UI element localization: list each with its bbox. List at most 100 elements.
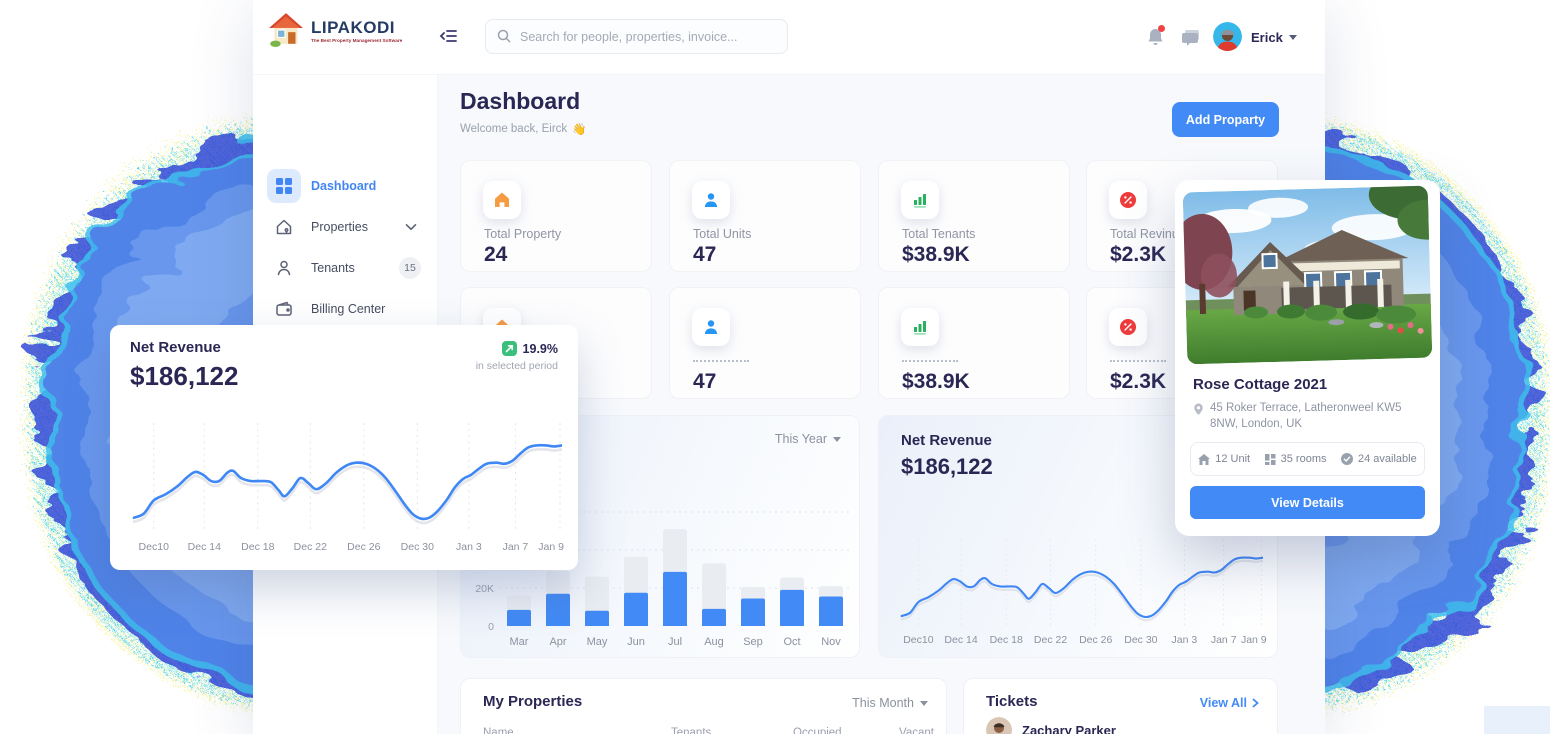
address-text: 45 Roker Terrace, Latheronweel KW5 8NW, … [1210,400,1402,432]
search-input[interactable] [485,19,788,54]
period-note: in selected period [476,360,558,372]
x-axis-label: Jan 9 [1241,634,1267,646]
bar-primary [663,572,687,626]
revenue-line [902,558,1263,617]
sidebar-item-billing-center[interactable]: Billing Center [267,290,425,328]
x-axis-label: Sep [743,636,763,648]
stat-card: Total Property 24 [460,160,652,272]
x-axis-label: Dec 22 [294,541,327,553]
units-stat: 12 Unit [1198,453,1250,465]
stat-value: $38.9K [902,370,970,394]
caret-down-icon [920,701,928,706]
sidebar-collapse-icon[interactable] [439,26,459,51]
revenue-line [134,445,562,519]
stat-label: Total Tenants [902,227,975,241]
user-avatar[interactable] [1213,22,1242,51]
notifications-bell-icon[interactable] [1146,27,1165,53]
rooms-stat: 35 rooms [1265,453,1327,465]
column-header-occupied: Occupied [793,727,842,734]
user-menu-caret-icon[interactable] [1289,35,1297,40]
check-circle-icon [1341,453,1353,465]
x-axis-labels: Dec10Dec 14Dec 18Dec 22Dec 26Dec 30Jan 3… [895,634,1263,648]
messages-icon[interactable] [1181,29,1201,52]
column-header-name: Name [483,727,514,734]
property-card: Rose Cottage 2021 45 Roker Terrace, Lath… [1175,180,1440,536]
my-properties-title: My Properties [483,693,582,710]
location-pin-icon [1193,402,1204,416]
bar-primary [819,597,843,626]
x-axis-label: Nov [821,636,841,648]
x-axis-label: Dec10 [903,634,933,646]
stat-value: $2.3K [1110,370,1166,394]
bar-primary [585,611,609,626]
my-properties-card: My Properties This Month Name Tenants Oc… [460,678,947,734]
x-axis-label: Dec 30 [401,541,434,553]
stat-value: 47 [693,370,716,394]
change-percent: 19.9% [523,342,558,356]
dashboard-grid-icon [267,169,301,203]
x-axis-label: May [587,636,608,648]
user-name[interactable]: Erick [1251,30,1283,45]
month-filter-dropdown[interactable]: This Month [852,696,928,710]
ticket-row[interactable]: Zachary Parker [986,717,1116,734]
stat-value: 47 [693,243,716,267]
bar-primary [780,590,804,626]
tickets-title: Tickets [986,693,1037,710]
x-axis-label: Jan 3 [1172,634,1198,646]
view-details-button[interactable]: View Details [1190,486,1425,519]
column-header-tenants: Tenants [671,727,711,734]
add-property-button[interactable]: Add Proparty [1172,102,1279,137]
x-axis-label: Jan 7 [1211,634,1237,646]
available-stat: 24 available [1341,453,1417,465]
x-axis-label: Dec 18 [241,541,274,553]
bar-primary [546,594,570,626]
welcome-message: Welcome back, Eirck [460,123,567,135]
overlay-change-block: 19.9% in selected period [476,341,558,372]
logo-name: LIPAKODI [311,18,428,38]
net-revenue-title: Net Revenue [901,432,992,449]
x-axis-label: Jul [668,636,682,648]
sidebar-item-label: Tenants [311,261,355,275]
bars-icon [901,181,939,219]
search-bar [485,19,788,54]
bar-primary [741,598,765,626]
percent-icon [1109,308,1147,346]
sidebar-item-tenants[interactable]: Tenants 15 [267,249,425,287]
property-address: 45 Roker Terrace, Latheronweel KW5 8NW, … [1193,400,1402,432]
page-title: Dashboard [460,88,580,115]
bar-primary [624,593,648,626]
overlay-net-revenue-title: Net Revenue [130,339,221,356]
notification-dot [1158,25,1165,32]
home-icon [483,181,521,219]
logo-tagline: The Best Property Management Software [311,39,402,44]
y-axis-tick: 0 [488,621,494,633]
x-axis-label: Dec 14 [944,634,977,646]
ticket-avatar [986,717,1012,734]
units-value: 12 Unit [1215,453,1250,465]
tickets-card: Tickets View All Zachary Parker [963,678,1278,734]
address-line-2: 8NW, London, UK [1210,418,1302,430]
ticket-requester-name: Zachary Parker [1022,723,1116,734]
x-axis-labels: Dec10Dec 14Dec 18Dec 22Dec 26Dec 30Jan 3… [126,541,562,555]
view-all-label: View All [1200,696,1247,710]
property-name: Rose Cottage 2021 [1193,376,1327,393]
x-axis-label: Aug [704,636,724,648]
month-filter-label: This Month [852,696,914,710]
person-icon [692,181,730,219]
chevron-down-icon[interactable] [405,218,417,236]
x-axis-label: Jan 7 [503,541,529,553]
sidebar-item-dashboard[interactable]: Dashboard [267,167,425,205]
label-placeholder-dots [1110,360,1166,362]
trend-up-icon [502,341,517,356]
y-axis-tick: 20K [475,583,494,595]
x-axis-label: Dec 26 [347,541,380,553]
stat-value: $38.9K [902,243,970,267]
search-icon [496,28,512,44]
home-icon [1198,454,1210,465]
x-axis-label: Oct [783,636,800,648]
billing-wallet-icon [267,292,301,326]
sidebar-item-properties[interactable]: Properties [267,208,425,246]
tickets-view-all-link[interactable]: View All [1200,696,1259,710]
logo-house-icon [267,10,305,48]
stat-card: Total Units 47 [669,160,861,272]
